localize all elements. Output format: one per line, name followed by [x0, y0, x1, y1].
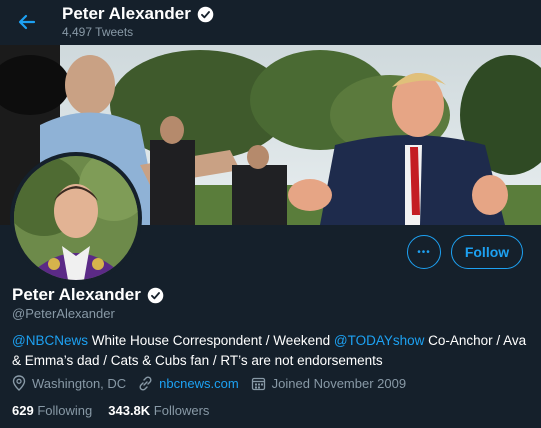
profile-bio: @NBCNews White House Correspondent / Wee… — [12, 331, 527, 371]
header-name: Peter Alexander — [62, 4, 191, 23]
profile-header-bar: Peter Alexander 4,497 Tweets — [0, 0, 541, 45]
profile-avatar[interactable] — [10, 152, 142, 284]
location-text: Washington, DC — [32, 375, 127, 391]
follow-label: Follow — [464, 244, 510, 260]
tweet-count: 4,497 Tweets — [62, 25, 134, 39]
joined-date: Joined November 2009 — [271, 375, 407, 391]
profile-name: Peter Alexander — [12, 285, 164, 305]
profile-stats: 629 Following 343.8K Followers — [12, 403, 209, 418]
bio-text-1: White House Correspondent / Weekend — [87, 333, 334, 348]
followers-stat[interactable]: 343.8K Followers — [108, 403, 209, 418]
back-arrow-icon[interactable] — [14, 9, 40, 35]
followers-label: Followers — [153, 403, 210, 418]
header-title: Peter Alexander — [62, 4, 214, 24]
following-label: Following — [37, 403, 93, 418]
more-options-button[interactable]: ••• — [407, 235, 441, 269]
profile-handle: @PeterAlexander — [12, 306, 115, 321]
location-icon — [12, 375, 26, 391]
following-count: 629 — [12, 403, 34, 418]
more-dots-icon: ••• — [417, 246, 431, 258]
follow-button[interactable]: Follow — [451, 235, 523, 269]
verified-badge-icon — [197, 6, 214, 23]
following-stat[interactable]: 629 Following — [12, 403, 92, 418]
verified-badge-icon — [147, 287, 164, 304]
link-icon — [138, 375, 153, 391]
calendar-icon — [251, 376, 266, 391]
followers-count: 343.8K — [108, 403, 151, 418]
website-link[interactable]: nbcnews.com — [159, 376, 238, 391]
bio-mention-todayshow[interactable]: @TODAYshow — [334, 333, 424, 348]
profile-name-text: Peter Alexander — [12, 285, 141, 304]
bio-mention-nbcnews[interactable]: @NBCNews — [12, 333, 88, 348]
profile-meta: Washington, DC nbcnews.com Joined Novemb… — [12, 375, 406, 391]
